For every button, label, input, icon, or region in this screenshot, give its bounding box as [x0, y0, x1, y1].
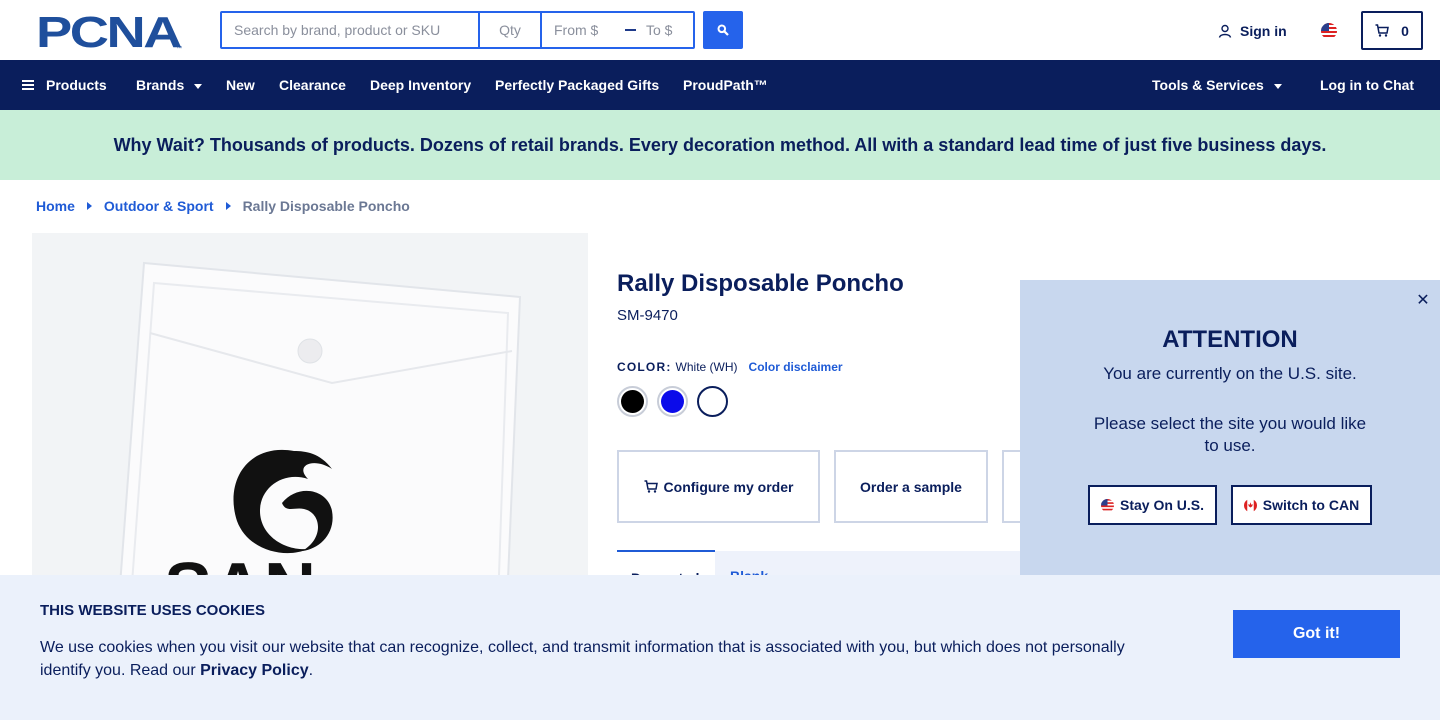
chevron-right-icon — [86, 202, 92, 210]
swatch-black[interactable] — [617, 386, 648, 417]
sign-in-label: Sign in — [1240, 23, 1287, 39]
order-sample-button[interactable]: Order a sample — [834, 450, 988, 523]
breadcrumb-category[interactable]: Outdoor & Sport — [104, 198, 214, 214]
main-nav: Products Brands New Clearance Deep Inven… — [0, 60, 1440, 110]
switch-can-button[interactable]: Switch to CAN — [1231, 485, 1372, 525]
cookie-body: We use cookies when you visit our websit… — [40, 636, 1150, 682]
color-swatches — [617, 386, 728, 417]
header: PCNA ™ Search by brand, product or SKU Q… — [0, 0, 1440, 60]
color-value: White (WH) — [675, 360, 738, 374]
svg-text:PCNA: PCNA — [36, 11, 181, 51]
nav-tools-label: Tools & Services — [1152, 77, 1264, 93]
nav-products[interactable]: Products — [22, 60, 107, 110]
promo-text: Why Wait? Thousands of products. Dozens … — [113, 134, 1327, 155]
tab-decorated[interactable]: Decorated — [617, 550, 715, 586]
us-flag-icon — [1100, 498, 1114, 512]
privacy-policy-link[interactable]: Privacy Policy — [200, 662, 309, 679]
canada-flag-icon — [1243, 498, 1257, 512]
cookie-body-end: . — [308, 662, 314, 679]
swatch-royal-blue[interactable] — [657, 386, 688, 417]
order-sample-label: Order a sample — [860, 478, 962, 495]
switch-can-label: Switch to CAN — [1262, 497, 1360, 513]
cookie-banner: THIS WEBSITE USES COOKIES We use cookies… — [0, 575, 1440, 720]
nav-perfectly-packaged-gifts[interactable]: Perfectly Packaged Gifts — [495, 60, 659, 110]
price-to-input[interactable]: To $ — [638, 13, 693, 47]
search-bar: Search by brand, product or SKU Qty From… — [220, 11, 695, 49]
search-icon — [717, 24, 729, 36]
more-actions-button[interactable] — [1002, 450, 1020, 523]
modal-prompt: Please select the site you would like to… — [1093, 414, 1367, 455]
us-flag-icon[interactable] — [1321, 23, 1337, 39]
color-label: COLOR: — [617, 360, 672, 374]
nav-brands[interactable]: Brands — [136, 60, 203, 110]
configure-order-label: Configure my order — [663, 478, 794, 495]
cart-icon — [644, 480, 658, 493]
modal-title: ATTENTION — [1162, 326, 1298, 353]
swatch-white[interactable] — [697, 386, 728, 417]
search-button[interactable] — [703, 11, 743, 49]
product-title: Rally Disposable Poncho — [617, 270, 904, 297]
cookie-title: THIS WEBSITE USES COOKIES — [40, 602, 266, 619]
product-sku: SM-9470 — [617, 307, 678, 324]
breadcrumb-current: Rally Disposable Poncho — [242, 198, 410, 214]
stay-us-button[interactable]: Stay On U.S. — [1088, 485, 1217, 525]
nav-deep-inventory[interactable]: Deep Inventory — [370, 60, 471, 110]
cart-button[interactable]: 0 — [1361, 11, 1423, 50]
qty-input[interactable]: Qty — [480, 13, 542, 47]
color-row: COLOR: White (WH) Color disclaimer — [617, 360, 843, 374]
product-tabs: Decorated Blank — [617, 550, 1037, 586]
nav-proudpath[interactable]: ProudPath™ — [683, 60, 768, 110]
cookie-accept-button[interactable]: Got it! — [1233, 610, 1400, 658]
price-from-input[interactable]: From $ — [542, 13, 622, 47]
tab-blank[interactable]: Blank — [715, 551, 1037, 584]
modal-message: You are currently on the U.S. site. — [1103, 364, 1357, 383]
chevron-down-icon — [1273, 83, 1282, 89]
pcna-logo[interactable]: PCNA ™ — [36, 11, 184, 51]
nav-clearance[interactable]: Clearance — [279, 60, 346, 110]
nav-new[interactable]: New — [226, 60, 255, 110]
cart-icon — [1375, 24, 1389, 37]
stay-us-label: Stay On U.S. — [1119, 497, 1205, 513]
breadcrumb: Home Outdoor & Sport Rally Disposable Po… — [36, 197, 410, 215]
nav-chat-login[interactable]: Log in to Chat — [1320, 60, 1414, 110]
chevron-right-icon — [225, 202, 231, 210]
menu-icon — [22, 80, 34, 90]
nav-brands-label: Brands — [136, 77, 185, 93]
search-input[interactable]: Search by brand, product or SKU — [222, 13, 480, 47]
svg-text:™: ™ — [176, 45, 182, 51]
promo-banner: Why Wait? Thousands of products. Dozens … — [0, 110, 1440, 180]
configure-order-button[interactable]: Configure my order — [617, 450, 820, 523]
nav-products-label: Products — [46, 77, 107, 93]
cart-count: 0 — [1401, 22, 1409, 39]
nav-tools-services[interactable]: Tools & Services — [1152, 60, 1282, 110]
close-icon[interactable]: ✕ — [1416, 290, 1430, 310]
site-selection-modal: ✕ ATTENTION You are currently on the U.S… — [1020, 280, 1440, 580]
sign-in-link[interactable]: Sign in — [1218, 20, 1287, 42]
color-disclaimer-link[interactable]: Color disclaimer — [749, 360, 843, 374]
chevron-down-icon — [194, 83, 203, 89]
breadcrumb-home[interactable]: Home — [36, 198, 75, 214]
price-range-dash — [622, 13, 638, 47]
user-icon — [1218, 24, 1232, 38]
